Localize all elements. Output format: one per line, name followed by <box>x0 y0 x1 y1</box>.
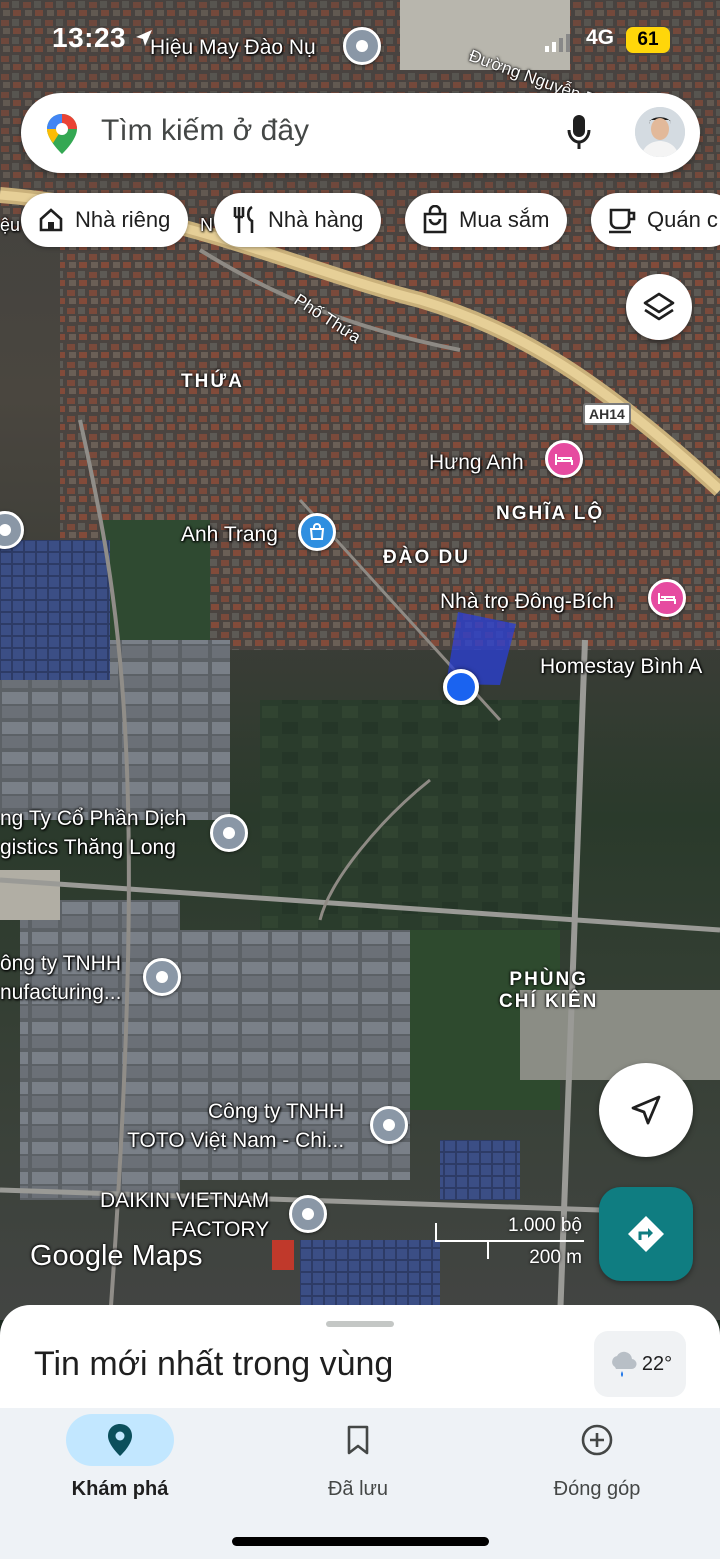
layers-icon <box>643 292 675 321</box>
bed-icon <box>658 593 676 604</box>
nav-label: Khám phá <box>71 1478 169 1500</box>
location-arrow-icon <box>136 30 152 46</box>
place-label-daikin[interactable]: DAIKIN VIETNAM FACTORY <box>100 1186 269 1245</box>
directions-icon <box>628 1216 664 1252</box>
navigation-arrow-icon <box>631 1095 661 1125</box>
nav-icon-container <box>304 1414 412 1466</box>
my-location-dot <box>443 669 479 705</box>
place-label-hung-anh[interactable]: Hưng Anh <box>429 448 524 477</box>
pin-dot <box>383 1119 395 1131</box>
search-bar[interactable]: Tìm kiếm ở đây <box>21 93 700 173</box>
maps-pin-icon <box>47 114 77 154</box>
chip-restaurant[interactable]: Nhà hàng <box>214 193 382 247</box>
maps-app: THỨA NGHĨA LỘ ĐÀO DU PHÙNG CHÍ KIÊN Đườn… <box>0 0 720 1559</box>
area-label-dao-du: ĐÀO DU <box>383 547 470 568</box>
chip-coffee[interactable]: Quán c <box>591 193 720 247</box>
chip-label: Nhà riêng <box>75 207 171 232</box>
shopping-pin-icon[interactable] <box>298 513 336 551</box>
network-type: 4G <box>586 26 615 49</box>
place-label-cut: N <box>200 215 213 235</box>
chip-shopping[interactable]: Mua sắm <box>405 193 568 247</box>
my-location-button[interactable] <box>599 1063 693 1157</box>
map-scale: 1.000 bộ 200 m <box>434 1215 594 1268</box>
microphone-icon[interactable] <box>566 113 592 151</box>
place-label-line: ông ty TNHH <box>0 952 121 975</box>
home-indicator[interactable] <box>232 1537 489 1546</box>
place-pin-icon[interactable] <box>143 958 181 996</box>
place-label-toto[interactable]: Công ty TNHH TOTO Việt Nam - Chi... <box>118 1097 344 1156</box>
place-label-line: ng Ty Cổ Phần Dịch <box>0 807 187 830</box>
place-pin-icon[interactable] <box>210 814 248 852</box>
place-label-line: nufacturing... <box>0 981 122 1005</box>
nav-label: Đã lưu <box>327 1478 389 1500</box>
google-maps-logo: Google Maps <box>30 1240 203 1272</box>
place-label-logistics[interactable]: ng Ty Cổ Phần Dịch gistics Thăng Long <box>0 804 186 863</box>
avatar[interactable] <box>635 107 685 157</box>
explore-pin-icon <box>108 1424 132 1456</box>
user-photo-icon <box>635 107 685 157</box>
place-label-homestay[interactable]: Homestay Bình A <box>540 652 702 681</box>
coffee-icon <box>609 208 636 234</box>
signal-icon <box>545 34 570 52</box>
hotel-pin-icon[interactable] <box>648 579 686 617</box>
area-label-nghia-lo: NGHĨA LỘ <box>496 503 605 524</box>
home-icon <box>39 208 63 232</box>
nav-icon-container <box>66 1414 174 1466</box>
place-label-line: gistics Thăng Long <box>0 836 176 860</box>
area-label-line: PHÙNG <box>509 969 589 990</box>
place-label-anh-trang[interactable]: Anh Trang <box>181 520 278 549</box>
bottom-sheet[interactable]: Tin mới nhất trong vùng 22° <box>0 1305 720 1415</box>
place-label-tnhh[interactable]: ông ty TNHH nufacturing... <box>0 949 121 1008</box>
hotel-pin-icon[interactable] <box>545 440 583 478</box>
highway-shield: AH14 <box>583 403 631 425</box>
place-label-cut: ệu <box>0 215 21 235</box>
weather-chip[interactable]: 22° <box>594 1331 686 1397</box>
pin-dot <box>0 524 11 536</box>
pin-dot <box>302 1208 314 1220</box>
bed-icon <box>555 454 573 465</box>
bag-icon <box>309 523 325 540</box>
nav-icon-container <box>543 1414 651 1466</box>
battery-indicator: 61 <box>626 27 670 53</box>
chip-home[interactable]: Nhà riêng <box>21 193 189 247</box>
chip-label: Nhà hàng <box>268 207 364 232</box>
restaurant-icon <box>233 205 254 233</box>
rain-cloud-icon <box>612 1351 637 1377</box>
area-label-line: CHÍ KIÊN <box>499 990 599 1012</box>
chip-label: Quán c <box>647 207 718 232</box>
place-label-line: TOTO Việt Nam - Chi... <box>127 1129 345 1153</box>
bookmark-icon <box>347 1425 369 1455</box>
scale-feet-label: 1.000 bộ <box>508 1215 582 1236</box>
chip-label: Mua sắm <box>459 207 550 232</box>
weather-temp: 22° <box>641 1352 673 1375</box>
layers-button[interactable] <box>626 274 692 340</box>
nav-explore[interactable]: Khám phá <box>20 1408 220 1518</box>
nav-contribute[interactable]: Đóng góp <box>497 1408 697 1518</box>
place-label-line: DAIKIN VIETNAM <box>100 1189 270 1212</box>
directions-button[interactable] <box>599 1187 693 1281</box>
pin-dot <box>156 971 168 983</box>
search-placeholder[interactable]: Tìm kiếm ở đây <box>101 114 309 148</box>
area-label-phung-chi-kien: PHÙNG CHÍ KIÊN <box>499 969 598 1013</box>
sheet-title: Tin mới nhất trong vùng <box>34 1345 394 1383</box>
place-pin-icon[interactable] <box>289 1195 327 1233</box>
status-bar: 13:23 4G 61 <box>0 20 720 66</box>
nav-label: Đóng góp <box>553 1478 641 1500</box>
shopping-bag-icon <box>423 205 447 234</box>
status-time: 13:23 <box>52 22 127 53</box>
drag-handle[interactable] <box>326 1321 394 1327</box>
pin-dot <box>223 827 235 839</box>
place-label-line: Công ty TNHH <box>208 1100 345 1123</box>
place-pin-icon[interactable] <box>370 1106 408 1144</box>
add-circle-icon <box>581 1424 613 1456</box>
scale-meters-label: 200 m <box>529 1247 582 1268</box>
area-label-thua: THỨA <box>181 371 244 392</box>
nav-saved[interactable]: Đã lưu <box>258 1408 458 1518</box>
place-label-nha-tro[interactable]: Nhà trọ Đông-Bích <box>440 587 614 616</box>
